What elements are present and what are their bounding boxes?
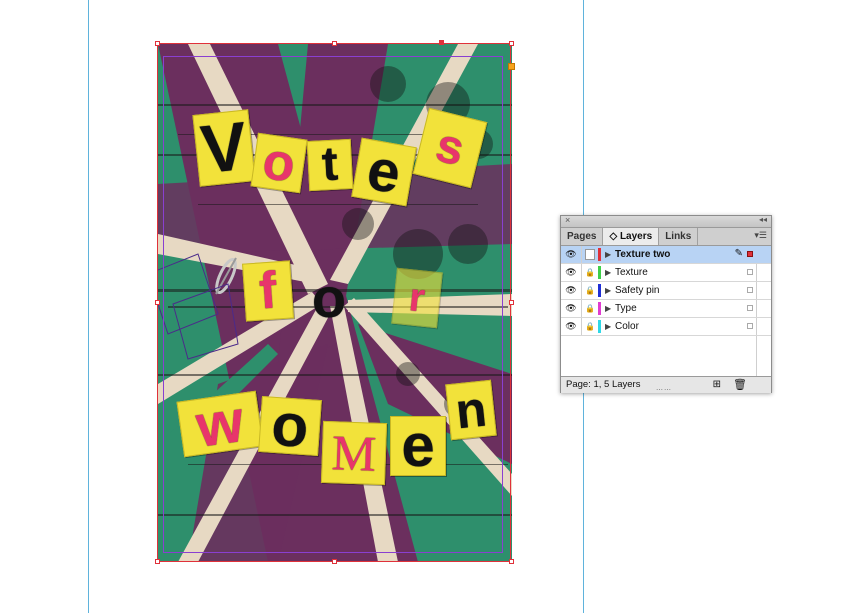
poster-letter: M [320,420,388,486]
eye-icon[interactable]: 👁 [563,282,579,299]
frame-handle-orange[interactable] [508,63,515,70]
expand-triangle-icon[interactable]: ▶ [605,246,611,263]
expand-triangle-icon[interactable]: ▶ [605,282,611,299]
layer-name: Texture two [615,249,671,260]
pen-icon: ✎ [734,248,743,259]
trash-icon[interactable]: 🗑 [733,378,747,391]
layer-name: Type [615,303,637,314]
frame-handle-top-selected[interactable] [439,40,444,45]
frame-handle-top-center[interactable] [332,41,337,46]
lock-icon[interactable]: 🔒 [581,300,598,317]
selection-indicator[interactable] [747,287,753,293]
layers-list: 👁 ▶ Texture two ✎ 👁 🔒 ▶ Texture 👁 🔒 ▶ Sa… [561,246,771,376]
layer-status-text: Page: 1, 5 Layers [566,379,641,390]
layer-color-swatch [598,266,601,279]
eye-icon[interactable]: 👁 [563,318,579,335]
expand-triangle-icon[interactable]: ▶ [605,264,611,281]
poster-artwork[interactable]: V o t e s f o r w o M e n [158,44,512,562]
layer-name: Texture [615,267,648,278]
poster-letter: f [242,260,294,322]
poster-letter: n [445,379,497,441]
layer-name: Color [615,321,639,332]
resize-grip-icon[interactable]: ⋯⋯ [656,386,672,394]
poster-letter: e [390,416,446,476]
tab-links[interactable]: Links [659,228,699,245]
poster-letter: V [192,108,256,188]
lock-toggle-empty[interactable] [581,246,598,263]
poster-letter: o [250,132,308,194]
tab-layers[interactable]: ◇ Layers [603,228,660,245]
poster-letter: e [351,137,417,207]
poster-letter: w [176,387,264,460]
close-icon[interactable]: × [565,215,570,225]
layer-color-swatch [598,284,601,297]
frame-handle-bottom-right[interactable] [509,559,514,564]
poster-letter: o [258,391,322,460]
poster-letter: r [391,267,443,329]
lock-icon[interactable]: 🔒 [581,264,598,281]
layer-row-safety-pin[interactable]: 👁 🔒 ▶ Safety pin [561,282,771,300]
lock-icon[interactable]: 🔒 [581,318,598,335]
layer-row-texture[interactable]: 👁 🔒 ▶ Texture [561,264,771,282]
eye-icon[interactable]: 👁 [563,264,579,281]
expand-triangle-icon[interactable]: ▶ [605,318,611,335]
poster-letter: t [306,138,354,191]
frame-handle-bottom-left[interactable] [155,559,160,564]
panel-tabs: Pages ◇ Layers Links ▾☰ [561,228,771,246]
new-layer-icon[interactable]: ⊞ [713,379,721,390]
frame-handle-mid-left[interactable] [155,300,160,305]
poster-letter: o [311,266,347,329]
frame-handle-top-left[interactable] [155,41,160,46]
eye-icon[interactable]: 👁 [563,300,579,317]
selection-indicator[interactable] [747,269,753,275]
lock-icon[interactable]: 🔒 [581,282,598,299]
layer-row-type[interactable]: 👁 🔒 ▶ Type [561,300,771,318]
panel-menu-icon[interactable]: ▾☰ [754,230,767,241]
layer-color-swatch [598,320,601,333]
layer-row-color[interactable]: 👁 🔒 ▶ Color [561,318,771,336]
frame-handle-top-right[interactable] [509,41,514,46]
layers-panel[interactable]: × ◂◂ Pages ◇ Layers Links ▾☰ 👁 ▶ Texture… [560,215,772,394]
layer-name: Safety pin [615,285,660,296]
tab-pages[interactable]: Pages [561,228,604,245]
layer-color-swatch [598,248,601,261]
vertical-guide-left[interactable] [88,0,89,613]
frame-handle-mid-right[interactable] [509,300,514,305]
selection-indicator[interactable] [747,323,753,329]
eye-icon[interactable]: 👁 [563,246,579,263]
layer-color-swatch [598,302,601,315]
panel-titlebar[interactable]: × ◂◂ [561,215,771,228]
collapse-icon[interactable]: ◂◂ [759,215,767,224]
panel-footer: Page: 1, 5 Layers ⊞ 🗑 ⋯⋯ [561,376,771,394]
frame-handle-bottom-center[interactable] [332,559,337,564]
layer-row-texture-two[interactable]: 👁 ▶ Texture two ✎ [561,246,771,264]
expand-triangle-icon[interactable]: ▶ [605,300,611,317]
selection-indicator[interactable] [747,305,753,311]
selection-indicator[interactable] [747,251,753,257]
